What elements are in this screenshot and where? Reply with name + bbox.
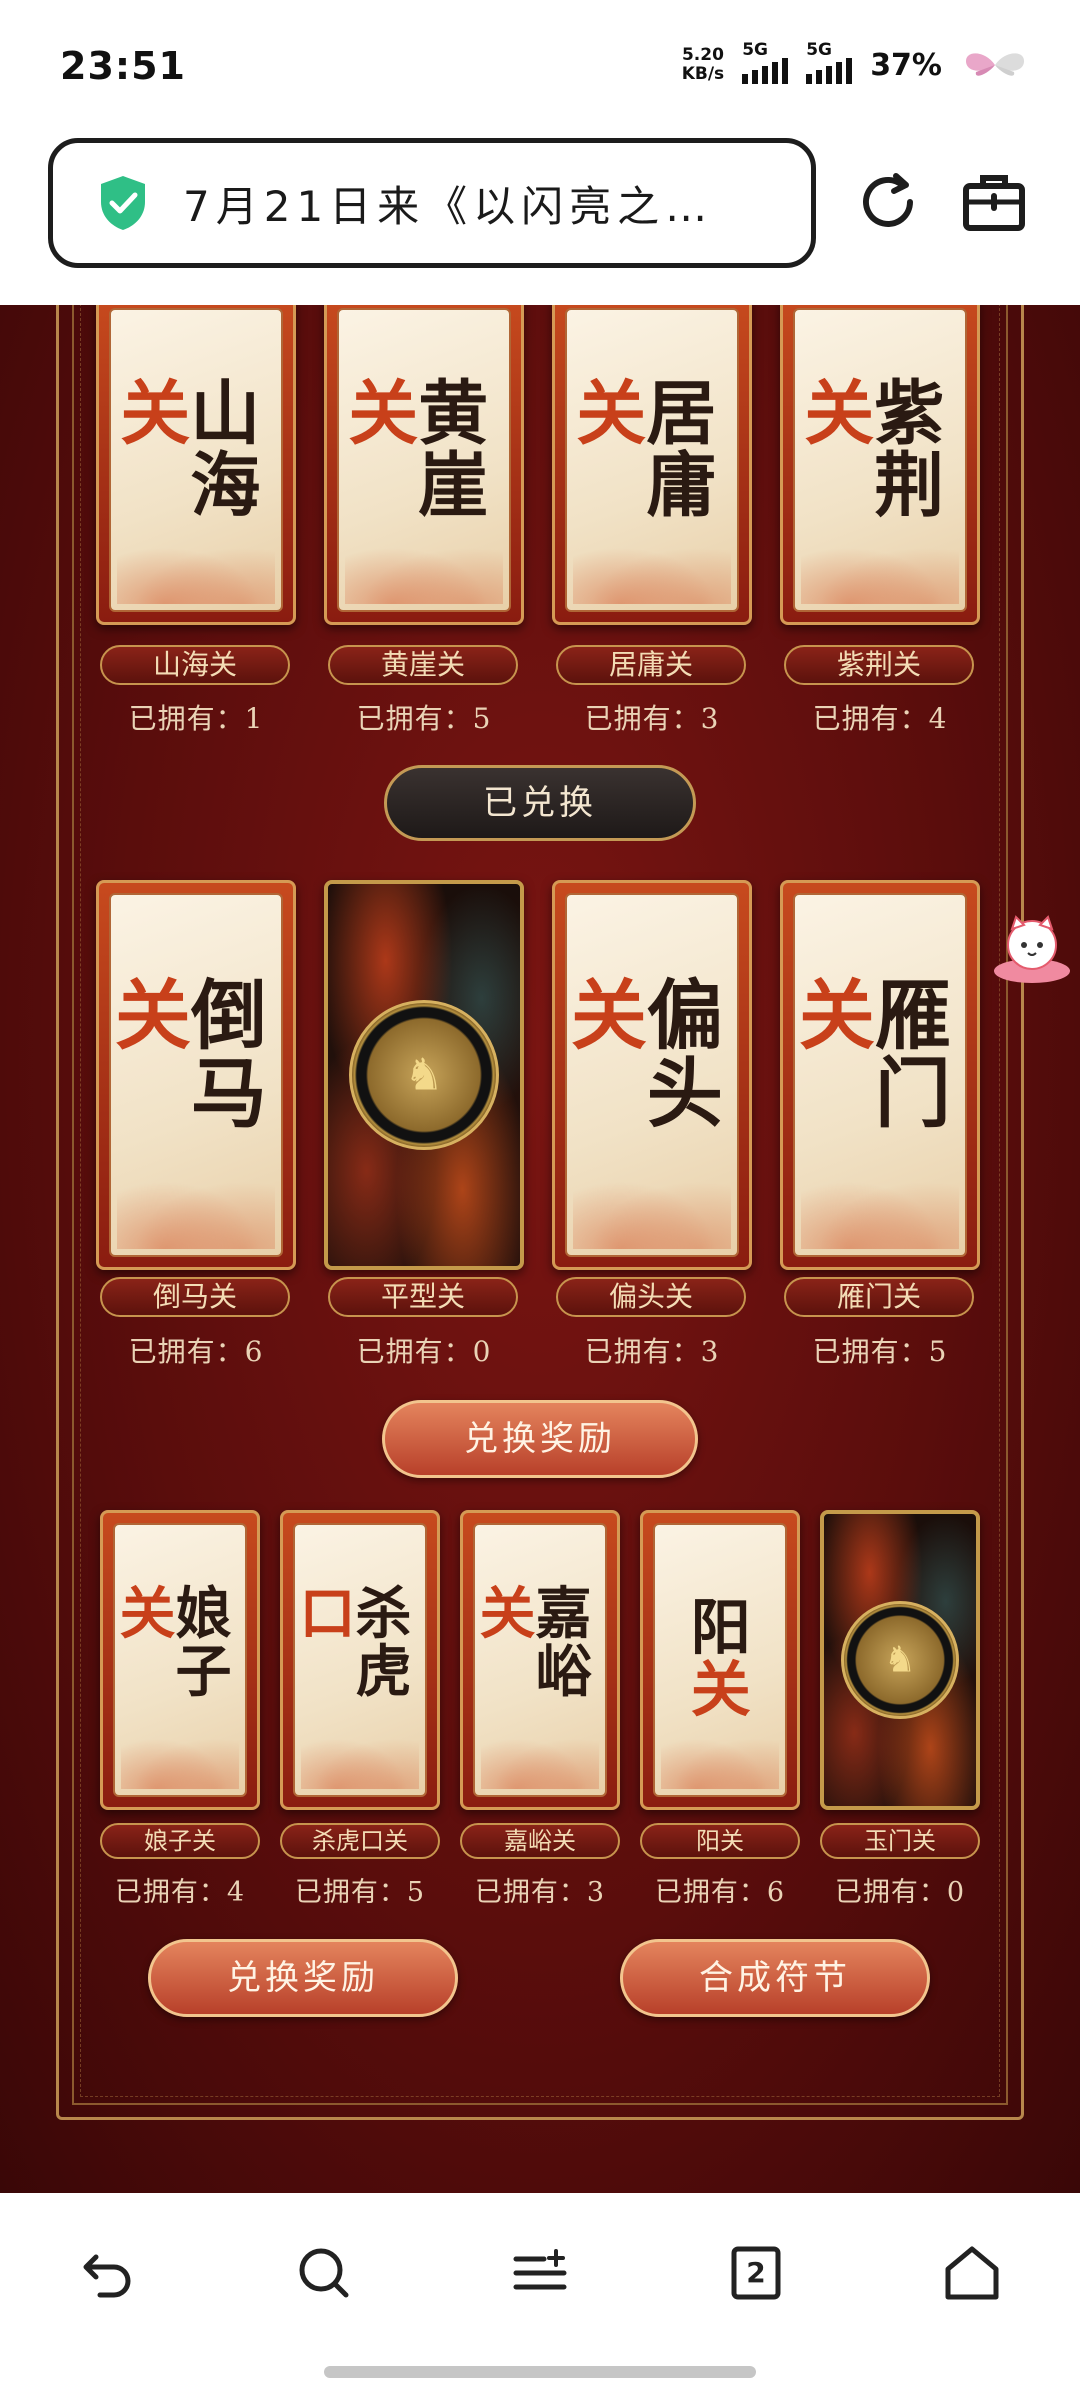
calligraphy-last-char: 关: [792, 375, 876, 448]
card-calligraphy: 嘉峪关: [470, 1583, 593, 1700]
network-speed-value: 5.20: [681, 45, 724, 65]
card-calligraphy: 雁门关: [785, 975, 951, 1132]
calligraphy-last-char: 关: [785, 975, 875, 1054]
calligraphy-last-char: 关: [680, 1657, 751, 1720]
status-time: 23:51: [60, 44, 186, 88]
pass-card-piantouguan[interactable]: 偏头关: [552, 880, 752, 1270]
card-calligraphy: 山海关: [108, 375, 262, 520]
search-icon[interactable]: [294, 2243, 354, 2303]
card-calligraphy: 紫荆关: [792, 375, 946, 520]
tab-count: 2: [746, 2256, 766, 2289]
owned-count: 已拥有：4: [114, 1877, 246, 1908]
warrior-medal-icon: ♞: [841, 1601, 959, 1719]
pass-card-shanhaiguan[interactable]: 山海关: [96, 305, 296, 625]
card-name: 娘子关: [100, 1823, 260, 1859]
owned-count: 已拥有：5: [812, 1335, 948, 1368]
owned-count: 已拥有：5: [356, 702, 492, 735]
synthesize-token-button[interactable]: 合成符节: [620, 1939, 930, 2017]
toolbox-icon[interactable]: [958, 166, 1030, 238]
pass-card-daomaguan[interactable]: 倒马关: [96, 880, 296, 1270]
cat-mascot-icon[interactable]: [990, 915, 1074, 985]
owned-count: 已拥有：3: [474, 1877, 606, 1908]
redeemed-button[interactable]: 已兑换: [384, 765, 696, 841]
security-shield-icon: [101, 176, 145, 230]
status-indicators: 5.20 KB/s 5G 5G 37%: [682, 40, 1030, 84]
card-name: 偏头关: [556, 1277, 746, 1317]
address-bar[interactable]: 7月21日来《以闪亮之…: [48, 138, 816, 268]
card-name: 紫荆关: [784, 645, 974, 685]
calligraphy-last-char: 关: [101, 975, 191, 1054]
network-speed: 5.20 KB/s: [682, 46, 724, 84]
owned-count: 已拥有：6: [128, 1335, 264, 1368]
card-calligraphy: 居庸关: [564, 375, 718, 520]
card-name: 玉门关: [820, 1823, 980, 1859]
warrior-medal-icon: ♞: [349, 1000, 499, 1150]
status-bar: 23:51 5.20 KB/s 5G 5G 37%: [0, 0, 1080, 130]
pass-card-yanmenguan[interactable]: 雁门关: [780, 880, 980, 1270]
card-calligraphy: 娘子关: [110, 1583, 233, 1700]
calligraphy-last-char: 关: [110, 1583, 177, 1642]
card-calligraphy: 阳关: [680, 1595, 751, 1720]
menu-icon[interactable]: [510, 2243, 570, 2303]
card-name: 嘉峪关: [460, 1823, 620, 1859]
network-speed-unit: KB/s: [681, 64, 725, 84]
page-title: 7月21日来《以闪亮之…: [183, 181, 714, 231]
sim2-label: 5G: [806, 40, 832, 60]
calligraphy-last-char: 口: [290, 1583, 357, 1642]
event-page-content: 山海关 黄崖关 居庸关 紫荆关 山海关 黄崖关 居庸关 紫荆关 已拥有：1 已拥…: [0, 305, 1080, 2193]
calligraphy-last-char: 关: [557, 975, 647, 1054]
card-calligraphy: 偏头关: [557, 975, 723, 1132]
owned-count: 已拥有：3: [584, 702, 720, 735]
card-name: 平型关: [328, 1277, 518, 1317]
sim1-label: 5G: [742, 40, 768, 60]
card-calligraphy: 杀虎口: [290, 1583, 413, 1700]
card-name: 黄崖关: [328, 645, 518, 685]
card-calligraphy: 倒马关: [101, 975, 267, 1132]
pass-card-yangguan[interactable]: 阳关: [640, 1510, 800, 1810]
calligraphy-last-char: 关: [336, 375, 420, 448]
card-name: 雁门关: [784, 1277, 974, 1317]
pass-card-yumenguan-locked[interactable]: ♞: [820, 1510, 980, 1810]
owned-count: 已拥有：4: [812, 702, 948, 735]
redeem-reward-button[interactable]: 兑换奖励: [382, 1400, 698, 1478]
card-name: 山海关: [100, 645, 290, 685]
calligraphy-last-char: 关: [564, 375, 648, 448]
home-icon[interactable]: [942, 2243, 1002, 2303]
owned-count: 已拥有：0: [356, 1335, 492, 1368]
calligraphy-last-char: 关: [108, 375, 192, 448]
card-calligraphy: 黄崖关: [336, 375, 490, 520]
back-icon[interactable]: [78, 2243, 138, 2303]
pass-card-jiayuguan[interactable]: 嘉峪关: [460, 1510, 620, 1810]
tabs-button[interactable]: 2: [726, 2243, 786, 2303]
signal-icon: 5G: [742, 40, 789, 84]
card-name: 倒马关: [100, 1277, 290, 1317]
signal-icon-2: 5G: [806, 40, 853, 84]
pass-card-pingxingguan-locked[interactable]: ♞: [324, 880, 524, 1270]
redeem-reward-button-2[interactable]: 兑换奖励: [148, 1939, 458, 2017]
calligraphy-last-char: 关: [470, 1583, 537, 1642]
owned-count: 已拥有：5: [294, 1877, 426, 1908]
pass-card-huangyaguan[interactable]: 黄崖关: [324, 305, 524, 625]
gesture-bar[interactable]: [324, 2366, 756, 2378]
pass-card-juyongguan[interactable]: 居庸关: [552, 305, 752, 625]
owned-count: 已拥有：1: [128, 702, 264, 735]
pass-card-zijingguan[interactable]: 紫荆关: [780, 305, 980, 625]
owned-count: 已拥有：3: [584, 1335, 720, 1368]
card-name: 阳关: [640, 1823, 800, 1859]
battery-level: 37%: [870, 47, 942, 83]
card-name: 居庸关: [556, 645, 746, 685]
card-name: 杀虎口关: [280, 1823, 440, 1859]
refresh-icon[interactable]: [852, 166, 924, 238]
owned-count: 已拥有：6: [654, 1877, 786, 1908]
pass-card-niangziguan[interactable]: 娘子关: [100, 1510, 260, 1810]
butterfly-battery-icon: [965, 53, 1025, 76]
owned-count: 已拥有：0: [834, 1877, 966, 1908]
pass-card-shahukou[interactable]: 杀虎口: [280, 1510, 440, 1810]
